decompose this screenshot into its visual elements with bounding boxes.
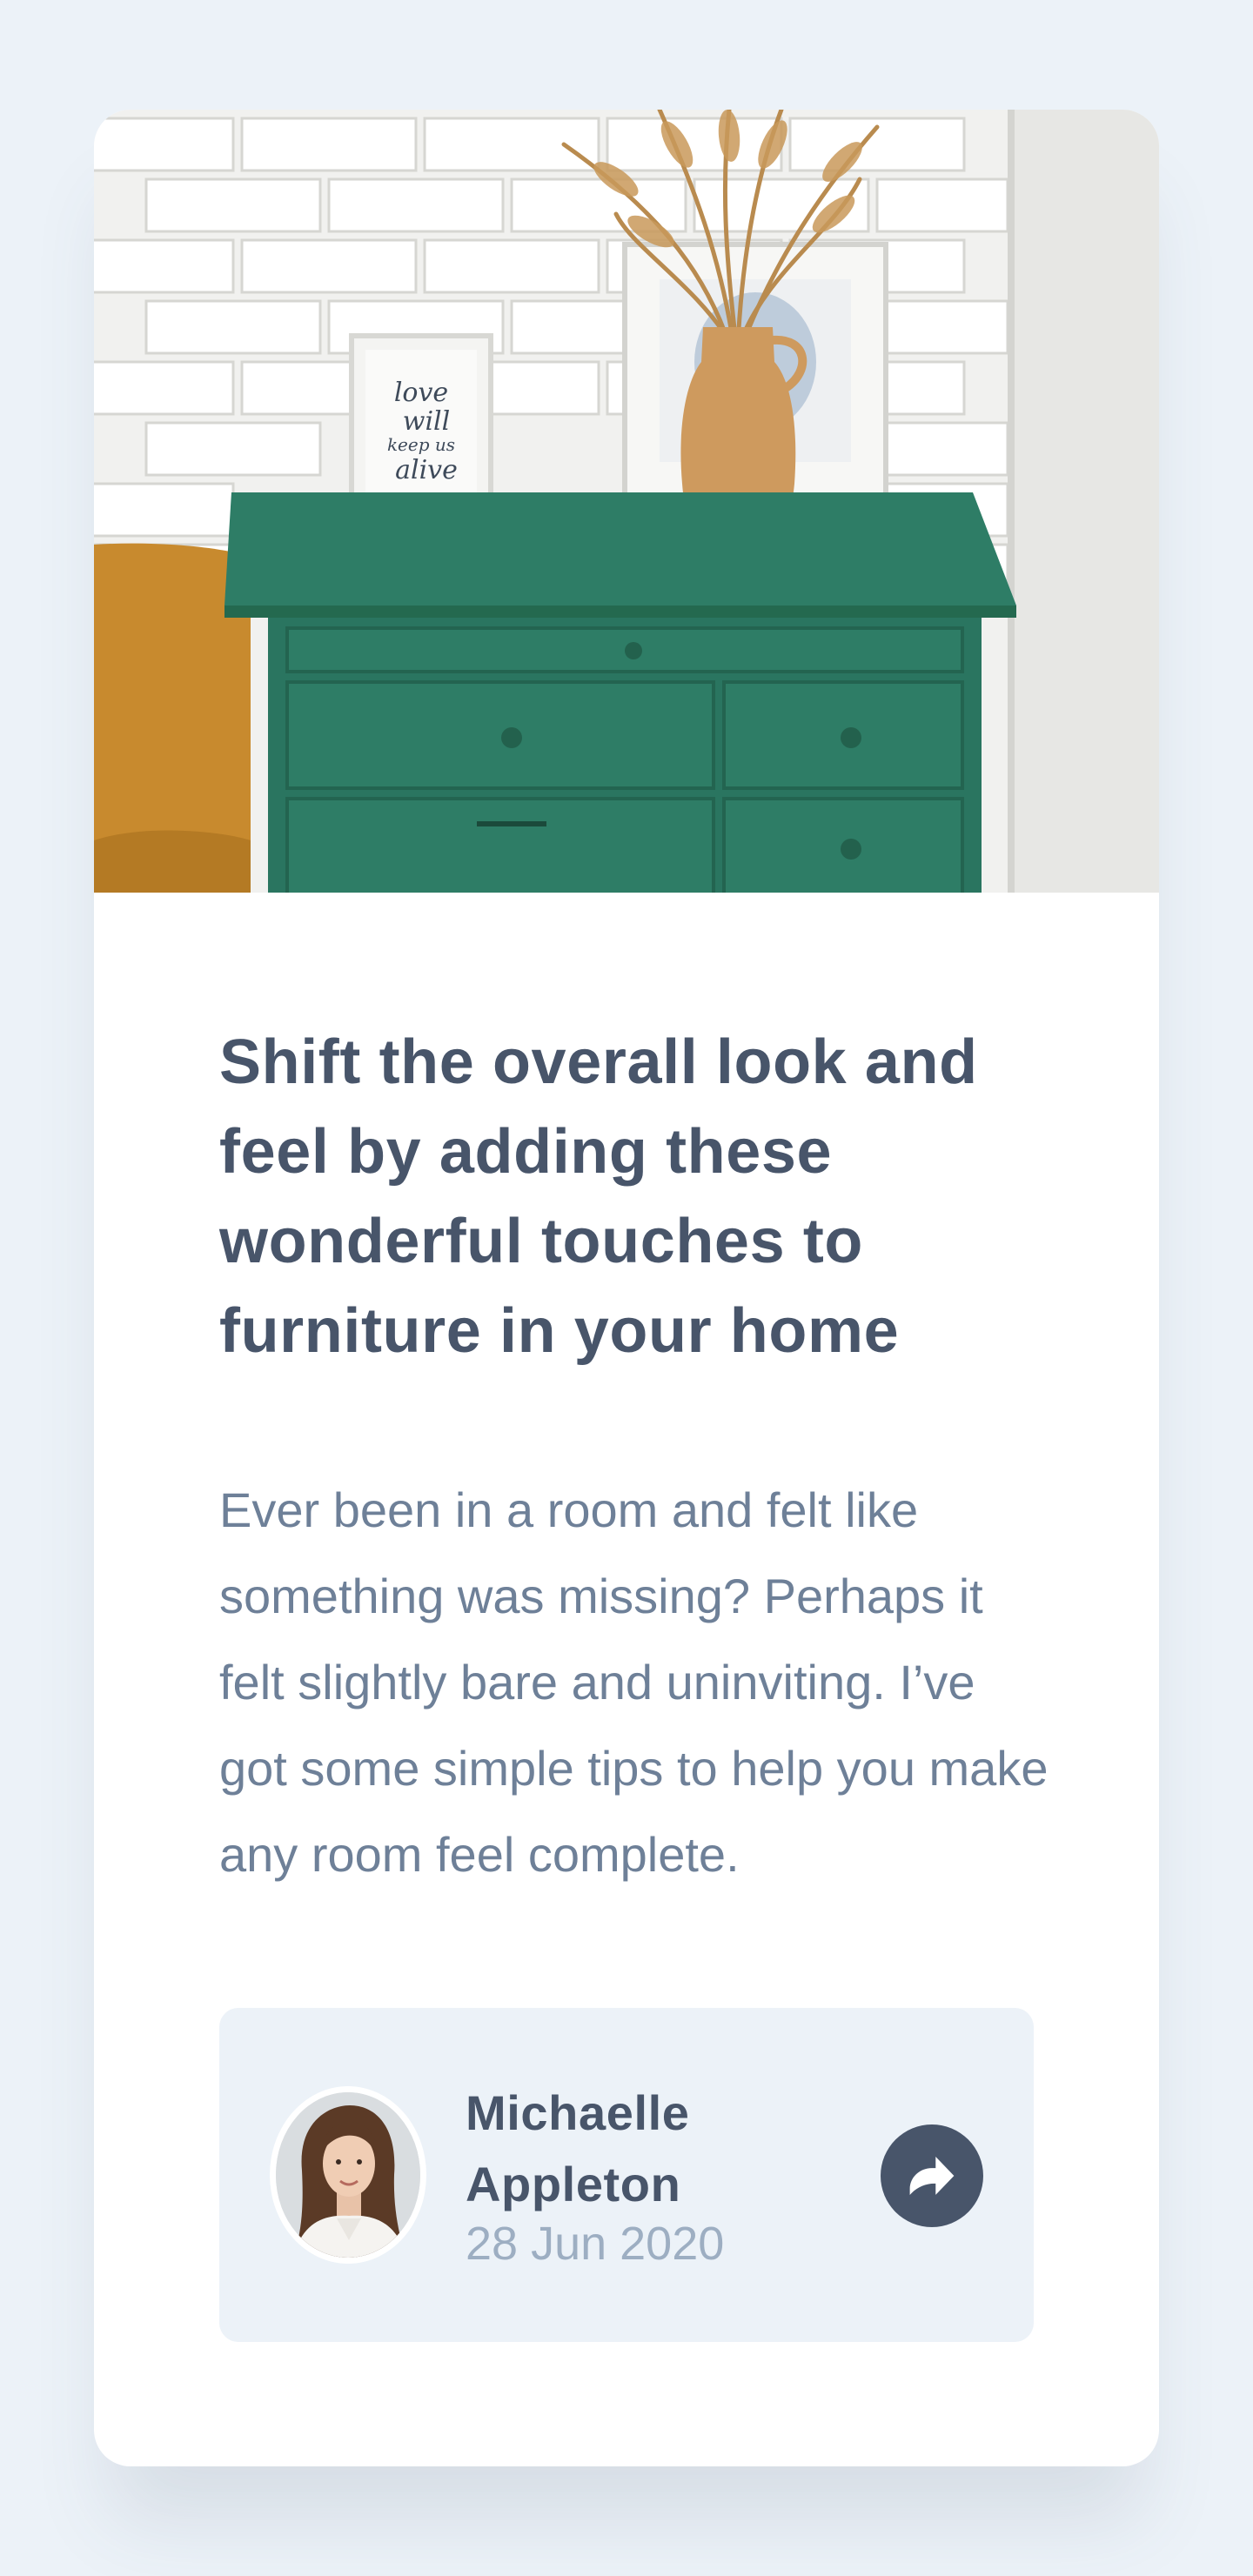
article-excerpt: Ever been in a room and felt like someth… (219, 1482, 1049, 1882)
author-name: Michaelle Appleton (466, 2085, 690, 2211)
avatar-photo (276, 2092, 420, 2258)
svg-text:alive: alive (395, 455, 458, 485)
drawers-photo: love will keep us alive (94, 110, 1159, 893)
article-headline[interactable]: Shift the overall look and feel by addin… (219, 1018, 1055, 1376)
publish-date: 28 Jun 2020 (466, 2218, 725, 2270)
share-icon (909, 2157, 955, 2195)
article-content: Shift the overall look and feel by addin… (219, 1018, 1055, 1897)
frame-text: love (394, 378, 448, 408)
svg-text:keep us: keep us (387, 434, 455, 455)
hero-image: love will keep us alive (94, 110, 1159, 893)
share-button[interactable] (881, 2124, 983, 2227)
avatar (270, 2086, 426, 2264)
article-preview-card: love will keep us alive Shift the overal… (94, 110, 1159, 2466)
author-bar: Michaelle Appleton 28 Jun 2020 (219, 2008, 1034, 2342)
svg-text:will: will (403, 406, 450, 437)
